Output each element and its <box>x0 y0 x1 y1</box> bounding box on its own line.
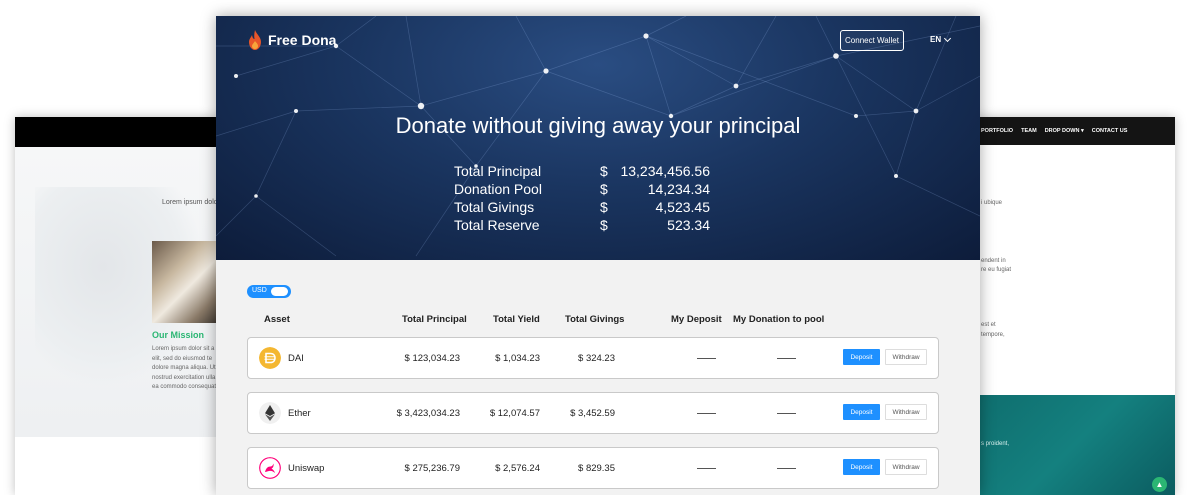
total-givings-value: $ 3,452.59 <box>570 408 615 419</box>
withdraw-button[interactable]: Withdraw <box>885 349 927 365</box>
col-total-yield: Total Yield <box>493 314 540 325</box>
total-yield-value: $ 2,576.24 <box>495 463 540 474</box>
right-site-teal-section: s proident, <box>975 395 1175 495</box>
nav-item-portfolio[interactable]: PORTFOLIO <box>981 128 1013 134</box>
stat-currency: $ <box>600 163 608 179</box>
currency-toggle-label: USD <box>252 287 267 294</box>
total-principal-value: $ 275,236.79 <box>404 463 460 474</box>
background-site-left: Lorem ipsum dolo Our Mission Lorem ipsum… <box>15 117 220 495</box>
col-total-principal: Total Principal <box>402 314 467 325</box>
col-total-givings: Total Givings <box>565 314 625 325</box>
stat-row: Donation Pool $ 14,234.34 <box>454 181 714 199</box>
stat-row: Total Givings $ 4,523.45 <box>454 199 714 217</box>
right-site-text: tempore, <box>981 332 1005 338</box>
brand-logo[interactable]: Free Dona <box>248 30 336 50</box>
uniswap-icon <box>259 457 281 479</box>
background-site-right: PORTFOLIO TEAM DROP DOWN ▾ CONTACT US i … <box>975 117 1175 495</box>
stat-currency: $ <box>600 199 608 215</box>
free-dona-app: Free Dona Connect Wallet EN Donate witho… <box>216 16 980 495</box>
my-donation-empty <box>777 413 796 414</box>
asset-name: Uniswap <box>288 463 325 474</box>
right-site-text: endent in <box>981 258 1006 264</box>
hero-headline: Donate without giving away your principa… <box>395 113 801 138</box>
toggle-knob <box>271 287 288 296</box>
stat-label: Total Givings <box>454 199 535 215</box>
language-selector[interactable]: EN <box>930 34 952 44</box>
mission-photo <box>152 241 220 323</box>
nav-item-contact[interactable]: CONTACT US <box>1092 128 1128 134</box>
showcase-stage: Lorem ipsum dolo Our Mission Lorem ipsum… <box>0 0 1194 495</box>
asset-row-dai: DAI $ 123,034.23 $ 1,034.23 $ 324.23 Dep… <box>247 337 939 379</box>
total-givings-value: $ 829.35 <box>578 463 615 474</box>
right-site-nav: PORTFOLIO TEAM DROP DOWN ▾ CONTACT US <box>975 117 1175 145</box>
total-principal-value: $ 3,423,034.23 <box>396 408 460 419</box>
dai-icon <box>259 347 281 369</box>
stat-currency: $ <box>600 217 608 233</box>
asset-row-ether: Ether $ 3,423,034.23 $ 12,074.57 $ 3,452… <box>247 392 939 434</box>
right-site-text: i ubique <box>981 200 1003 206</box>
stat-currency: $ <box>600 181 608 197</box>
stats-summary: Total Principal $ 13,234,456.56 Donation… <box>454 163 714 235</box>
hero-banner: Free Dona Connect Wallet EN Donate witho… <box>216 16 980 260</box>
left-site-header <box>15 117 220 147</box>
asset-table-header: Asset Total Principal Total Yield Total … <box>216 314 980 326</box>
stat-value: 13,234,456.56 <box>620 163 710 179</box>
asset-name: DAI <box>288 353 304 364</box>
right-site-text: est et <box>981 322 996 328</box>
my-deposit-empty <box>697 468 716 469</box>
language-label: EN <box>930 35 942 44</box>
chevron-down-icon <box>944 34 952 42</box>
deposit-button[interactable]: Deposit <box>843 404 880 420</box>
currency-toggle[interactable]: USD <box>247 285 291 298</box>
total-yield-value: $ 12,074.57 <box>489 408 540 419</box>
connect-wallet-button[interactable]: Connect Wallet <box>840 30 904 51</box>
nav-item-team[interactable]: TEAM <box>1021 128 1037 134</box>
stat-value: 4,523.45 <box>655 199 711 215</box>
right-site-teal-text: s proident, <box>981 441 1010 447</box>
my-deposit-empty <box>697 358 716 359</box>
scroll-top-button[interactable]: ▲ <box>1152 477 1167 492</box>
total-yield-value: $ 1,034.23 <box>495 353 540 364</box>
stat-label: Total Reserve <box>454 217 540 233</box>
deposit-button[interactable]: Deposit <box>843 349 880 365</box>
asset-name: Ether <box>288 408 311 419</box>
deposit-button[interactable]: Deposit <box>843 459 880 475</box>
col-asset: Asset <box>264 314 290 325</box>
my-donation-empty <box>777 358 796 359</box>
my-donation-empty <box>777 468 796 469</box>
stat-value: 523.34 <box>667 217 710 233</box>
nav-item-dropdown[interactable]: DROP DOWN ▾ <box>1045 128 1084 134</box>
stat-value: 14,234.34 <box>647 181 710 197</box>
asset-row-uniswap: Uniswap $ 275,236.79 $ 2,576.24 $ 829.35… <box>247 447 939 489</box>
withdraw-button[interactable]: Withdraw <box>885 459 927 475</box>
brand-name: Free Dona <box>268 32 337 48</box>
flame-logo-icon <box>249 30 261 50</box>
my-deposit-empty <box>697 413 716 414</box>
stat-label: Donation Pool <box>454 181 542 197</box>
col-my-deposit: My Deposit <box>671 314 722 325</box>
withdraw-button[interactable]: Withdraw <box>885 404 927 420</box>
left-site-intro-text: Lorem ipsum dolo <box>162 199 218 206</box>
col-my-donation: My Donation to pool <box>733 314 825 325</box>
mission-title: Our Mission <box>152 330 205 340</box>
stat-row: Total Reserve $ 523.34 <box>454 217 714 235</box>
stat-label: Total Principal <box>454 163 542 179</box>
total-givings-value: $ 324.23 <box>578 353 615 364</box>
mission-text: Lorem ipsum dolor sit a elit, sed do eiu… <box>152 346 217 390</box>
stat-row: Total Principal $ 13,234,456.56 <box>454 163 714 181</box>
total-principal-value: $ 123,034.23 <box>404 353 460 364</box>
ether-icon <box>259 402 281 424</box>
right-site-text: re eu fugiat <box>981 267 1012 273</box>
